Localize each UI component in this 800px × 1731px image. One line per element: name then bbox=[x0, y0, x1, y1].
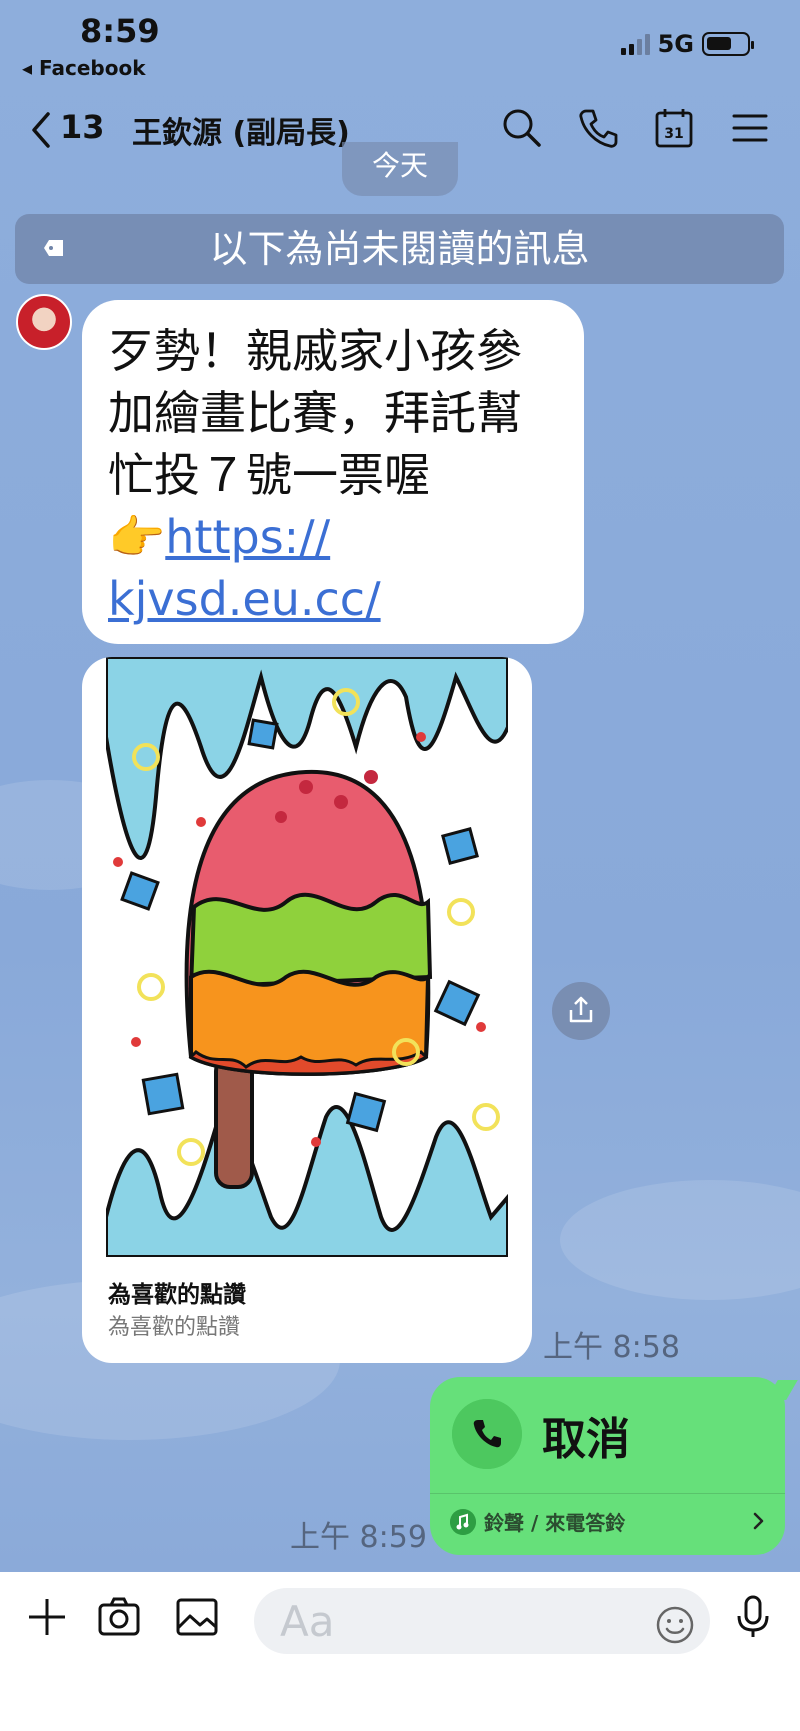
network-type: 5G bbox=[657, 30, 694, 58]
unread-banner: 以下為尚未閱讀的訊息 bbox=[15, 214, 784, 284]
call-bubble[interactable]: 取消 鈴聲 / 來電答鈴 bbox=[430, 1377, 785, 1555]
calendar-icon[interactable]: 31 bbox=[652, 106, 696, 150]
message-input-bar bbox=[0, 1572, 800, 1731]
ringtone-link[interactable]: 鈴聲 / 來電答鈴 bbox=[484, 1507, 625, 1536]
image-icon[interactable] bbox=[174, 1594, 220, 1640]
card-subtitle: 為喜歡的點讚 bbox=[108, 1315, 241, 1340]
emoji-icon[interactable] bbox=[654, 1604, 696, 1646]
date-chip: 今天 bbox=[342, 142, 458, 196]
search-icon[interactable] bbox=[500, 106, 544, 150]
message-timestamp: 上午 8:59 bbox=[290, 1520, 427, 1555]
signal-icon bbox=[620, 33, 650, 55]
music-note-icon bbox=[450, 1509, 476, 1535]
unread-count[interactable]: 13 bbox=[60, 108, 105, 146]
divider bbox=[430, 1493, 785, 1494]
battery-icon bbox=[702, 32, 754, 56]
tag-icon bbox=[44, 240, 63, 256]
status-time: 8:59 bbox=[80, 12, 160, 50]
call-status-label: 取消 bbox=[542, 1414, 630, 1465]
message-link[interactable]: kjvsd.eu.cc/ bbox=[108, 572, 381, 626]
link-preview-card[interactable]: 為喜歡的點讚 為喜歡的點讚 bbox=[82, 657, 532, 1363]
message-line: 歹勢！親戚家小孩參 bbox=[108, 324, 522, 378]
popsicle-drawing-image bbox=[106, 657, 508, 1257]
chat-title[interactable]: 王欽源 (副局長) bbox=[132, 108, 350, 152]
message-link[interactable]: https:// bbox=[165, 510, 330, 564]
phone-icon[interactable] bbox=[576, 106, 620, 150]
message-line: 忙投７號一票喔 bbox=[108, 448, 430, 502]
microphone-icon[interactable] bbox=[730, 1594, 776, 1640]
incoming-message-bubble[interactable]: 歹勢！親戚家小孩參 加繪畫比賽，拜託幫 忙投７號一票喔 👉https:// kj… bbox=[82, 300, 584, 644]
message-input[interactable] bbox=[254, 1588, 710, 1654]
chevron-right-icon[interactable] bbox=[748, 1509, 768, 1533]
back-to-app-link[interactable]: ◂ Facebook bbox=[22, 56, 146, 80]
card-title: 為喜歡的點讚 bbox=[108, 1282, 246, 1308]
camera-icon[interactable] bbox=[96, 1594, 142, 1640]
message-timestamp: 上午 8:58 bbox=[543, 1330, 680, 1365]
share-icon[interactable] bbox=[552, 982, 610, 1040]
pointing-emoji: 👉 bbox=[108, 510, 166, 564]
message-line: 加繪畫比賽，拜託幫 bbox=[108, 386, 522, 440]
back-chevron-icon[interactable] bbox=[26, 110, 62, 150]
chat-screen: 8:59 ◂ Facebook 5G 13 王欽源 (副局長) 31 今天 以下… bbox=[0, 0, 800, 1731]
background-cloud bbox=[560, 1180, 800, 1300]
unread-banner-label: 以下為尚未閱讀的訊息 bbox=[209, 227, 590, 271]
phone-icon bbox=[452, 1399, 522, 1469]
svg-text:31: 31 bbox=[664, 126, 683, 142]
status-indicators: 5G bbox=[620, 30, 754, 58]
plus-icon[interactable] bbox=[24, 1594, 70, 1640]
avatar[interactable] bbox=[16, 294, 72, 350]
menu-icon[interactable] bbox=[728, 106, 772, 150]
